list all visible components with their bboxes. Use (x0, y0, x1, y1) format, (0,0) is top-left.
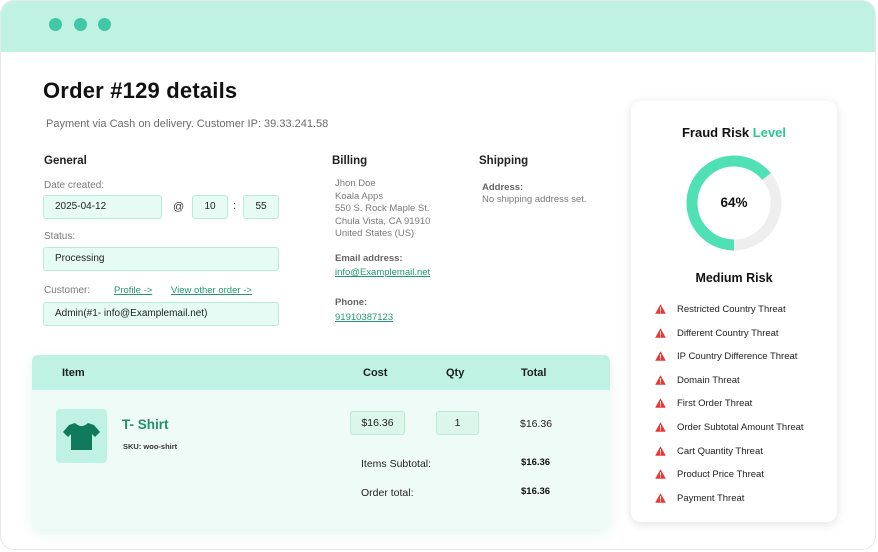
window-control-maximize[interactable] (98, 18, 111, 31)
page-title: Order #129 details (43, 78, 238, 103)
date-created-label: Date created: (44, 180, 105, 191)
threat-label: Payment Threat (677, 492, 745, 504)
time-colon: : (233, 200, 237, 212)
fraud-risk-title: Fraud Risk Level (631, 125, 837, 140)
order-items-panel: Item Cost Qty Total T- Shirt SKU: woo-sh… (32, 355, 610, 529)
shipping-heading: Shipping (479, 155, 529, 167)
fraud-risk-title-main: Fraud Risk (681, 125, 750, 140)
threat-label: IP Country Difference Threat (677, 351, 798, 363)
window-control-close[interactable] (49, 18, 62, 31)
items-subtotal-value: $16.36 (521, 457, 551, 468)
at-symbol: @ (173, 201, 185, 213)
column-header-cost: Cost (363, 367, 388, 379)
threat-label: Product Price Threat (677, 469, 764, 481)
status-label: Status: (44, 231, 76, 242)
warning-triangle-icon (655, 422, 666, 432)
customer-select[interactable]: Admin(#1- info@Examplemail.net) (43, 302, 279, 326)
minute-input[interactable]: 55 (243, 195, 279, 219)
product-name[interactable]: T- Shirt (122, 417, 169, 432)
billing-heading: Billing (332, 155, 368, 167)
warning-triangle-icon (655, 351, 666, 361)
warning-triangle-icon (655, 445, 666, 456)
shipping-address-value: No shipping address set. (482, 194, 587, 205)
product-qty[interactable]: 1 (436, 411, 479, 435)
order-subtitle: Payment via Cash on delivery. Customer I… (46, 118, 329, 130)
product-total: $16.36 (520, 418, 553, 430)
app-window: Order #129 details Payment via Cash on d… (0, 0, 876, 550)
order-total-value: $16.36 (521, 486, 551, 497)
items-subtotal-label: Items Subtotal: (361, 458, 432, 470)
items-table-header: Item Cost Qty Total (32, 355, 610, 390)
billing-country: United States (US) (335, 228, 415, 239)
warning-triangle-icon (655, 469, 666, 479)
billing-city: Chula Vista, CA 91910 (335, 215, 431, 227)
threat-label: First Order Threat (677, 398, 753, 410)
product-cost: $16.36 (350, 411, 405, 435)
hour-input[interactable]: 10 (192, 195, 228, 219)
title-bar (1, 1, 875, 52)
threat-label: Cart Quantity Threat (677, 445, 763, 457)
warning-triangle-icon (655, 304, 666, 314)
billing-address: Jhon Doe Koala Apps 550 S. Rock Maple St… (335, 178, 430, 241)
profile-link[interactable]: Profile -> (114, 285, 152, 296)
tshirt-icon (63, 423, 100, 450)
risk-level-label: Medium Risk (695, 271, 773, 285)
general-heading: General (44, 155, 87, 167)
risk-percent: 64% (720, 195, 748, 210)
billing-name: Jhon Doe (335, 178, 376, 189)
email-link[interactable]: info@Examplemail.net (335, 267, 430, 278)
threat-label: Order Subtotal Amount Threat (677, 422, 804, 433)
billing-company: Koala Apps (335, 190, 384, 202)
product-sku: SKU: woo-shirt (123, 442, 178, 451)
threat-label: Domain Threat (677, 374, 740, 386)
warning-triangle-icon (655, 375, 666, 385)
date-created-input[interactable]: 2025-04-12 (43, 195, 162, 219)
phone-link[interactable]: 91910387123 (335, 312, 393, 323)
order-total-label: Order total: (361, 487, 414, 499)
billing-street: 550 S. Rock Maple St. (335, 203, 430, 214)
customer-label: Customer: (44, 285, 91, 296)
column-header-qty: Qty (446, 367, 465, 379)
warning-triangle-icon (655, 398, 666, 409)
phone-label: Phone: (335, 297, 368, 308)
warning-triangle-icon (655, 493, 666, 503)
email-label: Email address: (335, 253, 403, 264)
column-header-total: Total (521, 367, 547, 379)
view-other-order-link[interactable]: View other order -> (171, 285, 252, 296)
threat-label: Restricted Country Threat (677, 304, 786, 315)
column-header-item: Item (62, 367, 85, 379)
shipping-address-label: Address: (482, 182, 524, 193)
fraud-risk-title-accent: Level (752, 125, 787, 140)
threat-label: Different Country Threat (677, 327, 779, 339)
status-select[interactable]: Processing (43, 247, 279, 271)
product-thumbnail (56, 409, 107, 463)
fraud-risk-card: Fraud Risk Level 64% Medium Risk Restric… (631, 101, 837, 522)
warning-triangle-icon (655, 327, 666, 338)
window-control-minimize[interactable] (74, 18, 87, 31)
